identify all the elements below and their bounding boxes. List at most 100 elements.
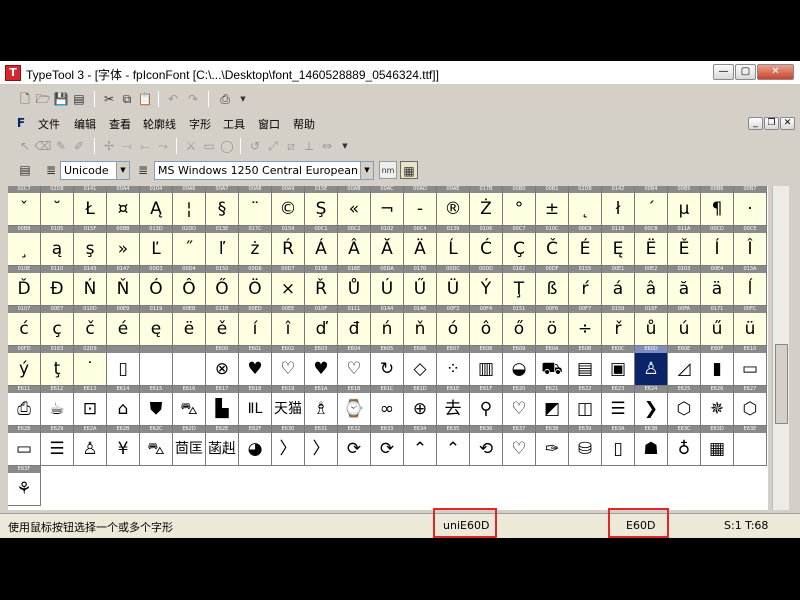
glyph-cell[interactable]: 0106 Ć bbox=[470, 226, 503, 266]
glyph-cell[interactable]: 013E ľ bbox=[206, 226, 239, 266]
glyph-cell[interactable]: E60C ▣ bbox=[602, 346, 635, 386]
glyph-cell[interactable]: E61C ∞ bbox=[371, 386, 404, 426]
glyph-cell[interactable]: E639 ⛁ bbox=[569, 426, 602, 466]
glyph-cell[interactable]: E628 ▭ bbox=[8, 426, 41, 466]
glyph-cell[interactable]: E62B ¥ bbox=[107, 426, 140, 466]
save-all-icon[interactable]: ▤ bbox=[70, 90, 88, 108]
glyph-cell[interactable]: 015E Ş bbox=[305, 186, 338, 226]
glyph-cell[interactable]: E61D ⊕ bbox=[404, 386, 437, 426]
glyph-cell[interactable]: 0103 ă bbox=[668, 266, 701, 306]
menu-file[interactable]: 文件 bbox=[38, 116, 60, 132]
doc-minimize-button[interactable]: _ bbox=[748, 117, 763, 130]
undo-icon[interactable]: ↶ bbox=[164, 90, 182, 108]
glyph-cell[interactable]: 00D6 Ö bbox=[239, 266, 272, 306]
menu-window[interactable]: 窗口 bbox=[258, 116, 280, 132]
glyph-cell[interactable]: 010E Ď bbox=[8, 266, 41, 306]
glyph-cell[interactable]: 00F6 ö bbox=[536, 306, 569, 346]
glyph-cell[interactable]: 0158 Ř bbox=[305, 266, 338, 306]
glyph-cell[interactable]: E635 ⌃ bbox=[437, 426, 470, 466]
glyph-cell[interactable]: E609 ◒ bbox=[503, 346, 536, 386]
glyph-cell[interactable]: 0154 Ŕ bbox=[272, 226, 305, 266]
glyph-cell[interactable]: 00B7 · bbox=[734, 186, 767, 226]
glyph-cell[interactable]: 00DA Ú bbox=[371, 266, 404, 306]
glyph-cell[interactable]: 00B4 ´ bbox=[635, 186, 668, 226]
glyph-cell[interactable]: 00FD ý bbox=[8, 346, 41, 386]
glyph-cell[interactable]: 00F7 ÷ bbox=[569, 306, 602, 346]
glyph-cell[interactable]: 0162 Ţ bbox=[503, 266, 536, 306]
glyph-cell[interactable]: 00CE Î bbox=[734, 226, 767, 266]
glyph-cell[interactable]: E63E bbox=[734, 426, 767, 466]
grid-view-icon[interactable]: ▦ bbox=[400, 161, 418, 179]
knife-icon[interactable]: ⚔ bbox=[182, 137, 200, 155]
glyph-cell[interactable]: 0144 ń bbox=[371, 306, 404, 346]
glyph-cell[interactable]: ▯ bbox=[107, 346, 140, 386]
glyph-cell[interactable]: E631 〉 bbox=[305, 426, 338, 466]
menu-tools[interactable]: 工具 bbox=[223, 116, 245, 132]
glyph-cell[interactable]: E602 ♡ bbox=[272, 346, 305, 386]
skew-icon[interactable]: ⧄ bbox=[282, 137, 300, 155]
add-tangent-icon[interactable]: ⤚ bbox=[136, 137, 154, 155]
glyph-cell[interactable]: 0143 Ń bbox=[74, 266, 107, 306]
minimize-button[interactable]: — bbox=[713, 64, 734, 80]
glyph-cell[interactable]: 00C9 É bbox=[569, 226, 602, 266]
glyph-cell[interactable]: 00E4 ä bbox=[701, 266, 734, 306]
rotate-icon[interactable]: ↺ bbox=[246, 137, 264, 155]
glyph-cell[interactable]: 00E9 é bbox=[107, 306, 140, 346]
glyph-cell[interactable]: 00BB » bbox=[107, 226, 140, 266]
menu-view[interactable]: 查看 bbox=[109, 116, 131, 132]
glyph-cell[interactable]: 0104 Ą bbox=[140, 186, 173, 226]
glyph-cell[interactable]: 0142 ł bbox=[602, 186, 635, 226]
scale-icon[interactable]: ⤢ bbox=[264, 137, 282, 155]
menu-glyph[interactable]: 字形 bbox=[189, 116, 211, 132]
glyph-cell[interactable]: 0119 ę bbox=[140, 306, 173, 346]
glyph-cell[interactable]: 0155 ŕ bbox=[569, 266, 602, 306]
glyph-cell[interactable]: 00E7 ç bbox=[41, 306, 74, 346]
copy-icon[interactable]: ⧉ bbox=[118, 90, 136, 108]
paste-icon[interactable]: 📋 bbox=[136, 90, 154, 108]
menu-contour[interactable]: 轮廓线 bbox=[143, 116, 176, 132]
chevron-down-icon[interactable]: ▼ bbox=[234, 90, 252, 108]
glyph-cell[interactable]: 00AB « bbox=[338, 186, 371, 226]
glyph-cell[interactable]: E63F ⚘ bbox=[8, 466, 41, 506]
glyph-cell[interactable]: E630 〉 bbox=[272, 426, 305, 466]
glyph-cell[interactable]: 00A8 ¨ bbox=[239, 186, 272, 226]
glyph-cell[interactable]: 02C7 ˇ bbox=[8, 186, 41, 226]
maximize-button[interactable]: ▢ bbox=[735, 64, 756, 80]
glyph-cell[interactable]: 02D9 ˙ bbox=[74, 346, 107, 386]
print-icon[interactable]: ⎙ bbox=[216, 90, 234, 108]
glyph-cell[interactable]: E600 ⊗ bbox=[206, 346, 239, 386]
glyph-cell[interactable]: E623 ☰ bbox=[602, 386, 635, 426]
glyph-cell[interactable]: 0170 Ű bbox=[404, 266, 437, 306]
name-view-icon[interactable]: nm bbox=[379, 161, 397, 179]
glyph-cell[interactable]: 017C ż bbox=[239, 226, 272, 266]
pointer-icon[interactable]: ↖ bbox=[16, 137, 34, 155]
scroll-thumb[interactable] bbox=[775, 344, 788, 424]
glyph-cell[interactable]: E626 ✵ bbox=[701, 386, 734, 426]
glyph-cell[interactable] bbox=[140, 346, 173, 386]
glyph-cell[interactable]: 00A9 © bbox=[272, 186, 305, 226]
glyph-cell[interactable]: 016E Ů bbox=[338, 266, 371, 306]
glyph-cell[interactable]: 00D4 Ô bbox=[173, 266, 206, 306]
rectangle-icon[interactable]: ▭ bbox=[200, 137, 218, 155]
glyph-cell[interactable]: 0159 ř bbox=[602, 306, 635, 346]
glyph-cell[interactable]: E636 ⟲ bbox=[470, 426, 503, 466]
glyph-cell[interactable]: E63D ▦ bbox=[701, 426, 734, 466]
glyph-cell[interactable]: 0110 Đ bbox=[41, 266, 74, 306]
glyph-cell[interactable]: 00F3 ó bbox=[437, 306, 470, 346]
glyph-cell[interactable]: E633 ⟳ bbox=[371, 426, 404, 466]
glyph-cell[interactable]: 00A6 ¦ bbox=[173, 186, 206, 226]
glyph-cell[interactable]: 02DD ˝ bbox=[173, 226, 206, 266]
glyph-cell[interactable]: E606 ◇ bbox=[404, 346, 437, 386]
brush-icon[interactable]: ✐ bbox=[70, 137, 88, 155]
glyph-cell[interactable]: 0105 ą bbox=[41, 226, 74, 266]
glyph-cell[interactable]: 00CB Ë bbox=[635, 226, 668, 266]
redo-icon[interactable]: ↷ bbox=[184, 90, 202, 108]
glyph-cell[interactable]: 00D7 × bbox=[272, 266, 305, 306]
glyph-cell[interactable]: 00C1 Á bbox=[305, 226, 338, 266]
add-curve-icon[interactable]: ⤙ bbox=[118, 137, 136, 155]
glyph-cell[interactable]: E637 ♡ bbox=[503, 426, 536, 466]
glyph-cell[interactable]: E624 ❯ bbox=[635, 386, 668, 426]
glyph-cell[interactable]: E604 ♡ bbox=[338, 346, 371, 386]
glyph-cell[interactable]: E603 ♥ bbox=[305, 346, 338, 386]
glyph-cell[interactable]: E60D ♙ bbox=[635, 346, 668, 386]
